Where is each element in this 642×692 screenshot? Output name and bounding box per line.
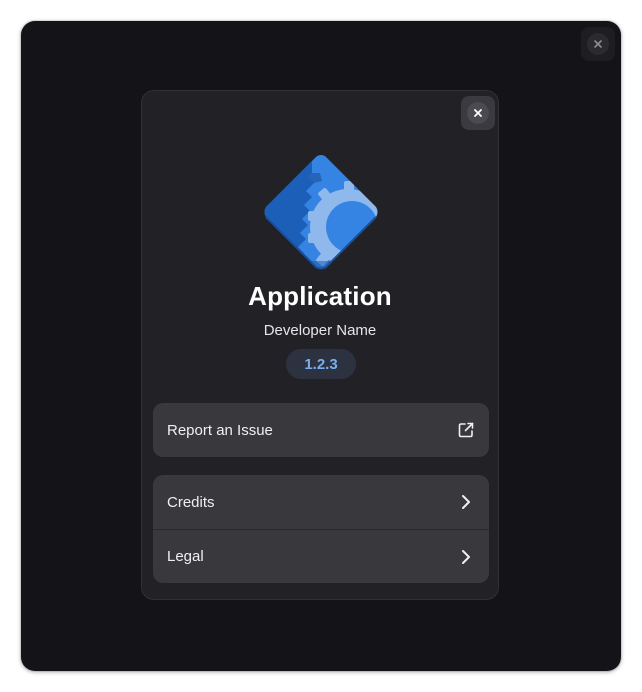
about-dialog: Application Developer Name 1.2.3 Report … (141, 90, 499, 600)
close-icon (467, 102, 489, 124)
window-close-button[interactable] (581, 27, 615, 61)
legal-row[interactable]: Legal (153, 529, 489, 583)
info-card: Credits Legal (153, 475, 489, 583)
legal-label: Legal (167, 548, 204, 565)
app-name: Application (248, 281, 392, 311)
external-link-icon (456, 420, 476, 440)
credits-label: Credits (167, 493, 215, 511)
app-gear-icon (260, 151, 382, 273)
dialog-close-button[interactable] (461, 96, 495, 130)
version-badge[interactable]: 1.2.3 (286, 349, 356, 379)
report-issue-card: Report an Issue (153, 403, 489, 457)
close-icon (587, 33, 609, 55)
credits-row[interactable]: Credits (153, 475, 489, 529)
developer-name: Developer Name (263, 322, 377, 339)
report-issue-row[interactable]: Report an Issue (153, 403, 489, 457)
report-issue-label: Report an Issue (167, 421, 273, 439)
chevron-right-icon (456, 492, 476, 512)
chevron-right-icon (456, 547, 476, 567)
